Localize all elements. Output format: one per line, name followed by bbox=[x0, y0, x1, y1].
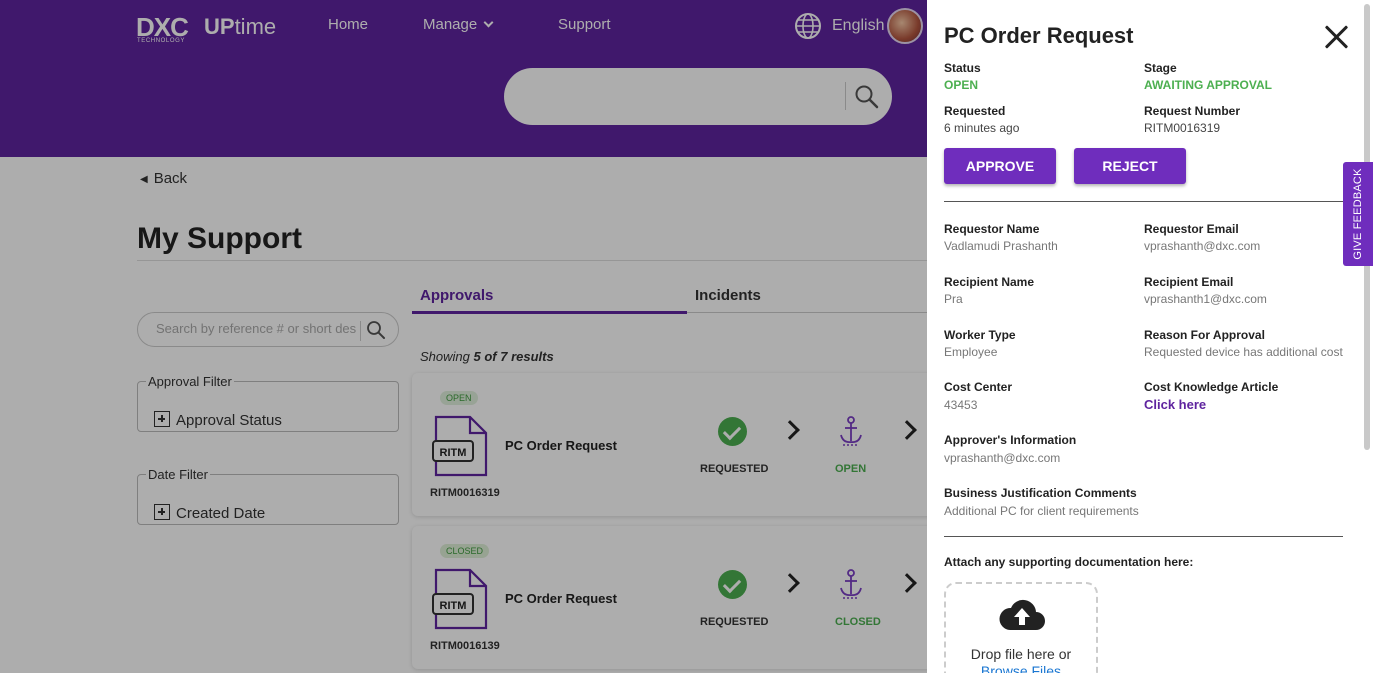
browse-files-link[interactable]: Browse Files bbox=[946, 663, 1096, 673]
attach-label: Attach any supporting documentation here… bbox=[944, 555, 1194, 569]
give-feedback-tab[interactable]: GIVE FEEDBACK bbox=[1343, 162, 1373, 266]
approver-value: vprashanth@dxc.com bbox=[944, 451, 1061, 465]
section-divider bbox=[944, 201, 1343, 202]
requestor-name-value: Vadlamudi Prashanth bbox=[944, 239, 1058, 253]
justification-label: Business Justification Comments bbox=[944, 486, 1137, 500]
requestor-email-value: vprashanth@dxc.com bbox=[1144, 239, 1261, 253]
reject-button[interactable]: REJECT bbox=[1074, 148, 1186, 184]
requestor-name-label: Requestor Name bbox=[944, 222, 1040, 236]
requested-value: 6 minutes ago bbox=[944, 121, 1020, 135]
approver-label: Approver's Information bbox=[944, 433, 1077, 447]
recipient-email-value: vprashanth1@dxc.com bbox=[1144, 292, 1267, 306]
worker-type-value: Employee bbox=[944, 345, 998, 359]
recipient-email-label: Recipient Email bbox=[1144, 275, 1234, 289]
stage-value: AWAITING APPROVAL bbox=[1144, 78, 1273, 92]
request-number-label: Request Number bbox=[1144, 104, 1241, 118]
recipient-name-value: Pra bbox=[944, 292, 963, 306]
close-icon[interactable] bbox=[1324, 24, 1350, 50]
section-divider bbox=[944, 536, 1343, 537]
cost-article-label: Cost Knowledge Article bbox=[1144, 380, 1279, 394]
recipient-name-label: Recipient Name bbox=[944, 275, 1035, 289]
stage-label: Stage bbox=[1144, 61, 1177, 75]
reason-label: Reason For Approval bbox=[1144, 328, 1265, 342]
cost-article-link[interactable]: Click here bbox=[1144, 397, 1206, 412]
request-detail-drawer: PC Order Request Status OPEN Stage AWAIT… bbox=[927, 0, 1373, 673]
cloud-upload-icon bbox=[999, 599, 1045, 630]
requested-label: Requested bbox=[944, 104, 1006, 118]
worker-type-label: Worker Type bbox=[944, 328, 1016, 342]
requestor-email-label: Requestor Email bbox=[1144, 222, 1239, 236]
drawer-title: PC Order Request bbox=[944, 23, 1134, 48]
status-label: Status bbox=[944, 61, 981, 75]
cost-center-label: Cost Center bbox=[944, 380, 1013, 394]
request-number-value: RITM0016319 bbox=[1144, 121, 1221, 135]
justification-value: Additional PC for client requirements bbox=[944, 504, 1139, 518]
file-dropzone[interactable]: Drop file here or Browse Files bbox=[944, 582, 1098, 673]
cost-center-value: 43453 bbox=[944, 398, 978, 412]
approve-button[interactable]: APPROVE bbox=[944, 148, 1056, 184]
drop-text: Drop file here or bbox=[970, 646, 1072, 662]
give-feedback-label: GIVE FEEDBACK bbox=[1352, 168, 1364, 260]
reason-value: Requested device has additional cost bbox=[1144, 345, 1343, 359]
status-value: OPEN bbox=[944, 78, 979, 92]
